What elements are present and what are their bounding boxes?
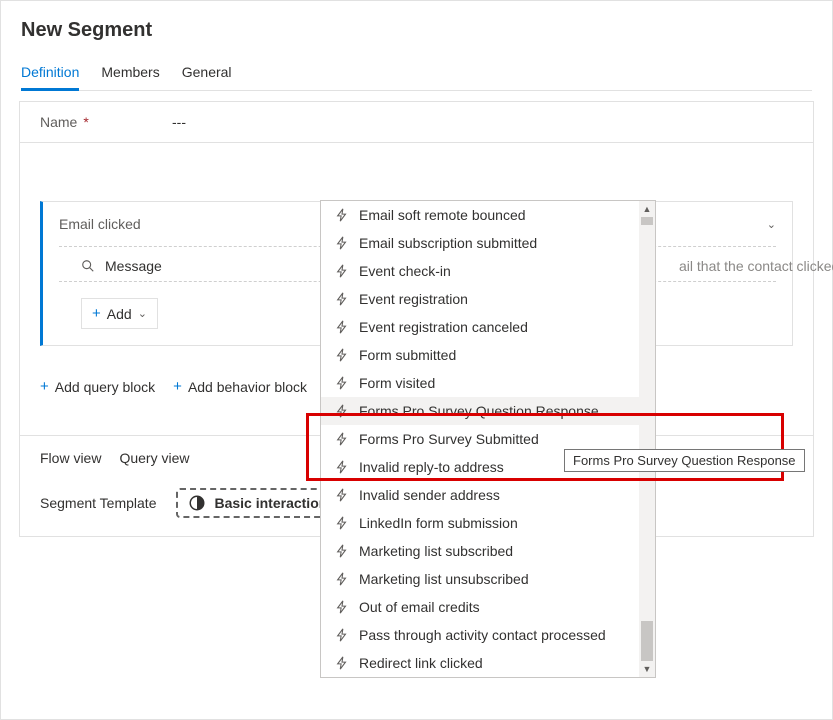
segment-template-label: Segment Template — [40, 495, 156, 511]
dropdown-item-label: LinkedIn form submission — [359, 515, 518, 531]
dropdown-item[interactable]: Email soft remote bounced — [321, 201, 655, 229]
dropdown-item-label: Marketing list unsubscribed — [359, 571, 529, 587]
filter-hint: ail that the contact clicked on — [679, 258, 833, 274]
bolt-icon — [335, 404, 349, 418]
bolt-icon — [335, 320, 349, 334]
scroll-thumb[interactable] — [641, 217, 653, 225]
tooltip: Forms Pro Survey Question Response — [564, 449, 805, 472]
query-view-button[interactable]: Query view — [119, 450, 189, 466]
bolt-icon — [335, 544, 349, 558]
add-label: Add — [107, 306, 132, 322]
dropdown-item-label: Event registration — [359, 291, 468, 307]
add-button[interactable]: + Add ⌄ — [81, 298, 158, 329]
dropdown-item[interactable]: Forms Pro Survey Question Response — [321, 397, 655, 425]
dropdown-item[interactable]: Event registration — [321, 285, 655, 313]
scroll-down-icon[interactable]: ▼ — [639, 661, 655, 677]
add-behavior-block-button[interactable]: + Add behavior block — [173, 378, 307, 395]
bolt-icon — [335, 236, 349, 250]
bolt-icon — [335, 516, 349, 530]
chevron-down-icon: ⌄ — [138, 307, 147, 320]
tabs: Definition Members General — [21, 58, 812, 91]
name-field-row: Name * --- — [19, 101, 814, 143]
dropdown-item[interactable]: Invalid sender address — [321, 481, 655, 509]
dropdown-item-label: Email soft remote bounced — [359, 207, 526, 223]
scrollbar[interactable]: ▲ ▼ — [639, 201, 655, 677]
dropdown-item[interactable]: Marketing list subscribed — [321, 537, 655, 565]
template-chip[interactable]: Basic interaction — [176, 488, 339, 518]
dropdown-item[interactable]: Event check-in — [321, 257, 655, 285]
scroll-up-icon[interactable]: ▲ — [639, 201, 655, 217]
block-title: Email clicked — [59, 216, 141, 232]
bolt-icon — [335, 572, 349, 586]
dropdown-item-label: Redirect link clicked — [359, 655, 483, 671]
scroll-thumb[interactable] — [641, 621, 653, 661]
bolt-icon — [335, 488, 349, 502]
bolt-icon — [335, 264, 349, 278]
bolt-icon — [335, 628, 349, 642]
dropdown-item[interactable]: Redirect link clicked — [321, 649, 655, 677]
dropdown-item-label: Pass through activity contact processed — [359, 627, 606, 643]
flow-view-button[interactable]: Flow view — [40, 450, 101, 466]
bolt-icon — [335, 600, 349, 614]
tab-definition[interactable]: Definition — [21, 58, 79, 90]
dropdown-item[interactable]: Form visited — [321, 369, 655, 397]
dropdown-item-label: Invalid reply-to address — [359, 459, 504, 475]
bolt-icon — [335, 292, 349, 306]
dropdown-item-label: Forms Pro Survey Submitted — [359, 431, 539, 447]
dropdown-item-label: Form submitted — [359, 347, 456, 363]
bolt-icon — [335, 376, 349, 390]
plus-icon: + — [92, 305, 101, 322]
dropdown-item-label: Invalid sender address — [359, 487, 500, 503]
page-title: New Segment — [21, 19, 812, 42]
dropdown-item[interactable]: Marketing list unsubscribed — [321, 565, 655, 593]
name-value[interactable]: --- — [172, 114, 186, 130]
behavior-dropdown: Email soft remote bounced Email subscript… — [320, 200, 656, 678]
required-indicator: * — [83, 114, 88, 130]
chevron-down-icon: ⌄ — [767, 218, 776, 231]
bolt-icon — [335, 208, 349, 222]
add-query-block-button[interactable]: + Add query block — [40, 378, 155, 395]
bolt-icon — [335, 460, 349, 474]
add-behavior-label: Add behavior block — [188, 379, 307, 395]
dropdown-item-label: Form visited — [359, 375, 435, 391]
dropdown-item[interactable]: Event registration canceled — [321, 313, 655, 341]
search-icon — [81, 259, 95, 273]
template-chip-label: Basic interaction — [214, 495, 327, 511]
bolt-icon — [335, 348, 349, 362]
dropdown-item[interactable]: Form submitted — [321, 341, 655, 369]
dropdown-item[interactable]: LinkedIn form submission — [321, 509, 655, 537]
dropdown-list: Email soft remote bounced Email subscript… — [321, 201, 655, 677]
bolt-icon — [335, 656, 349, 670]
filter-label: Message — [105, 258, 162, 274]
bolt-icon — [335, 432, 349, 446]
dropdown-item[interactable]: Out of email credits — [321, 593, 655, 621]
dropdown-item-label: Event registration canceled — [359, 319, 528, 335]
dropdown-item-label: Marketing list subscribed — [359, 543, 513, 559]
dropdown-item-label: Email subscription submitted — [359, 235, 537, 251]
tab-general[interactable]: General — [182, 58, 232, 90]
name-label: Name — [40, 114, 77, 130]
dropdown-item[interactable]: Email subscription submitted — [321, 229, 655, 257]
dropdown-item-label: Event check-in — [359, 263, 451, 279]
template-icon — [188, 494, 206, 512]
plus-icon: + — [173, 378, 182, 395]
tab-members[interactable]: Members — [101, 58, 159, 90]
add-query-label: Add query block — [55, 379, 155, 395]
dropdown-item-label: Forms Pro Survey Question Response — [359, 403, 599, 419]
dropdown-item-label: Out of email credits — [359, 599, 480, 615]
dropdown-item[interactable]: Pass through activity contact processed — [321, 621, 655, 649]
plus-icon: + — [40, 378, 49, 395]
